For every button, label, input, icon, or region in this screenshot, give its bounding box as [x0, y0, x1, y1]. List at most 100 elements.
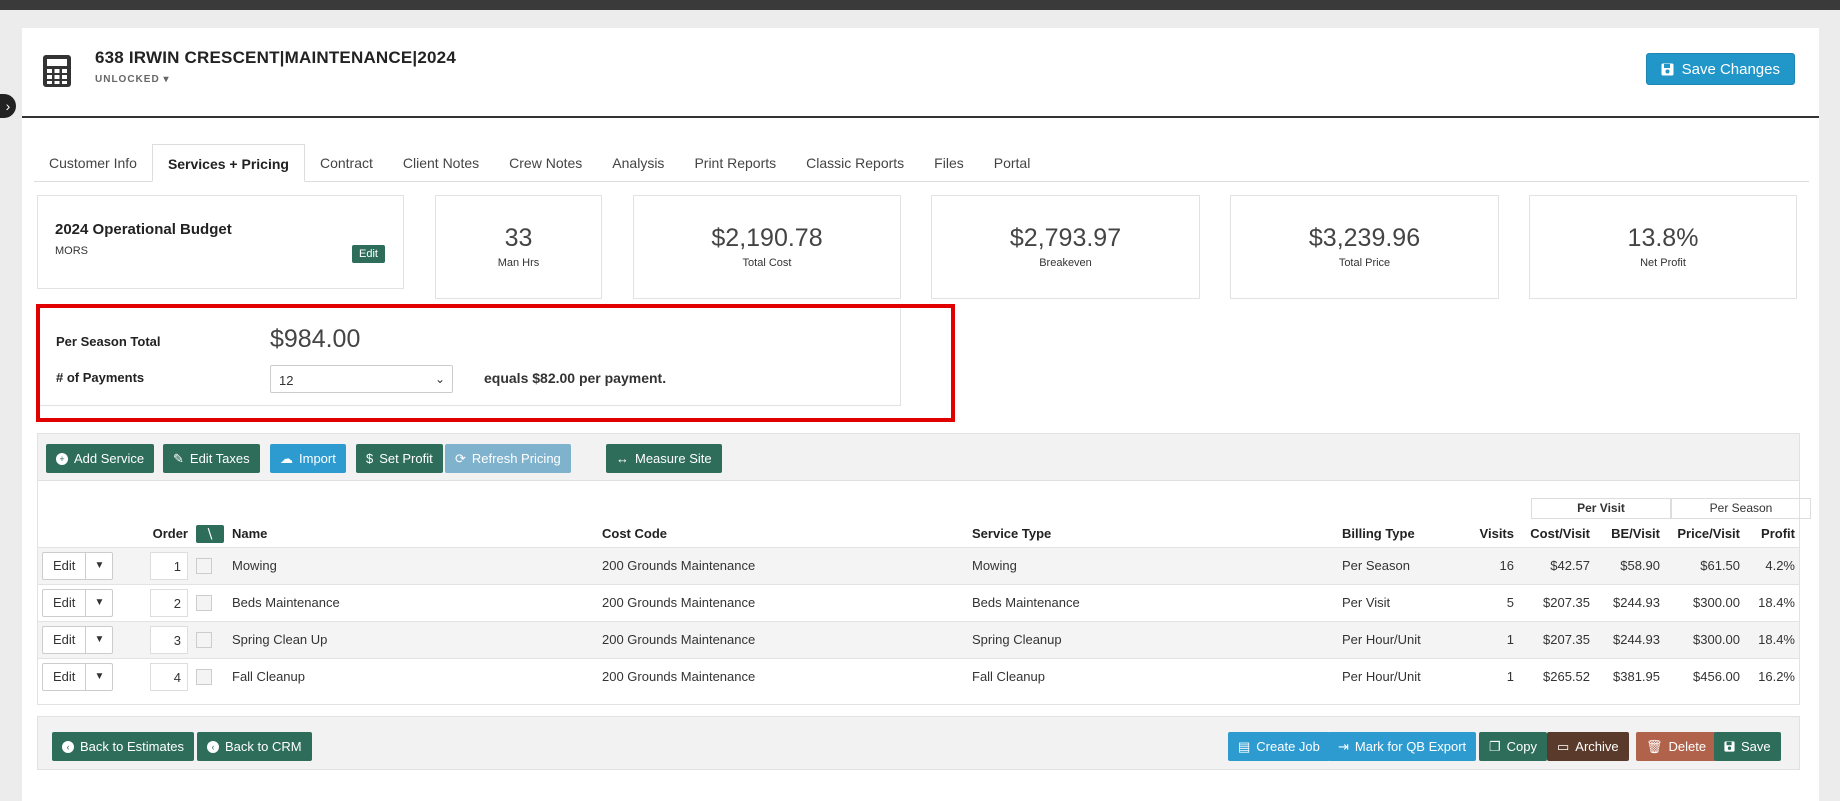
tab-print-reports[interactable]: Print Reports: [679, 144, 791, 182]
back-to-crm-label: Back to CRM: [225, 739, 302, 754]
calculator-icon: [43, 55, 71, 87]
row-billing-type: Per Season: [1338, 546, 1458, 584]
row-billing-type: Per Visit: [1338, 583, 1458, 621]
estimate-card: 638 IRWIN CRESCENT|MAINTENANCE|2024 UNLO…: [22, 28, 1819, 801]
save-button[interactable]: Save: [1714, 732, 1781, 761]
col-billing-type: Billing Type: [1342, 526, 1415, 542]
num-payments-value: 12: [279, 373, 294, 388]
order-input[interactable]: 2: [150, 588, 188, 617]
row-checkbox[interactable]: [196, 594, 212, 611]
tab-contract[interactable]: Contract: [305, 144, 388, 182]
trash-icon: 🗑: [1646, 738, 1663, 754]
row-cost-code: 200 Grounds Maintenance: [598, 620, 968, 658]
tab-analysis[interactable]: Analysis: [597, 144, 679, 182]
row-actions: Edit ▼: [38, 546, 142, 584]
num-payments-label: # of Payments: [56, 370, 145, 385]
row-cost-code: 200 Grounds Maintenance: [598, 546, 968, 584]
season-total-value: $984.00: [270, 325, 361, 353]
document-icon: ▤: [1238, 738, 1251, 754]
back-to-crm-button[interactable]: ‹ Back to CRM: [197, 732, 312, 761]
caret-down-icon[interactable]: ▼: [86, 590, 112, 616]
refresh-pricing-button[interactable]: ⟳ Refresh Pricing: [445, 444, 571, 473]
tab-files[interactable]: Files: [919, 144, 979, 182]
back-to-estimates-button[interactable]: ‹ Back to Estimates: [52, 732, 195, 761]
tab-portal[interactable]: Portal: [979, 144, 1046, 182]
row-checkbox[interactable]: [196, 669, 212, 686]
col-price-visit: Price/Visit: [1677, 526, 1740, 542]
tab-classic-reports[interactable]: Classic Reports: [791, 144, 919, 182]
services-panel: + Add Service ✎ Edit Taxes ☁ Import $ Se…: [37, 433, 1811, 705]
row-be-visit: $244.93: [1594, 620, 1664, 658]
lock-status-dropdown[interactable]: UNLOCKED ▾: [95, 74, 169, 85]
order-input[interactable]: 1: [150, 551, 188, 580]
tab-customer-info[interactable]: Customer Info: [34, 144, 152, 182]
row-edit-button[interactable]: Edit: [43, 552, 87, 579]
row-be-visit: $381.95: [1594, 657, 1664, 695]
edit-taxes-button[interactable]: ✎ Edit Taxes: [163, 444, 260, 473]
tab-client-notes[interactable]: Client Notes: [388, 144, 494, 182]
set-profit-label: Set Profit: [379, 451, 433, 466]
row-profit: 4.2%: [1744, 546, 1799, 584]
delete-label: Delete: [1668, 739, 1707, 754]
sidebar-toggle-icon[interactable]: ›: [0, 94, 16, 118]
per-payment-text: equals $82.00 per payment.: [484, 370, 667, 386]
caret-down-icon[interactable]: ▼: [86, 664, 112, 690]
add-service-label: Add Service: [74, 451, 145, 466]
dollar-icon: $: [366, 451, 374, 466]
row-edit-button[interactable]: Edit: [43, 626, 87, 653]
mark-qb-export-label: Mark for QB Export: [1354, 739, 1467, 754]
row-edit-group: Edit ▼: [42, 551, 114, 580]
caret-down-icon[interactable]: ▼: [86, 627, 112, 653]
save-changes-button[interactable]: Save Changes: [1645, 53, 1795, 85]
row-price-visit: $61.50: [1664, 546, 1744, 584]
delete-button[interactable]: 🗑 Delete: [1636, 732, 1717, 761]
order-input[interactable]: 4: [150, 662, 188, 691]
per-season-toggle[interactable]: Per Season: [1671, 498, 1811, 519]
arrow-left-circle-icon: ‹: [62, 740, 74, 753]
row-select: [192, 583, 228, 621]
row-edit-group: Edit ▼: [42, 625, 114, 654]
stat-total-cost: $2,190.78 Total Cost: [633, 195, 901, 299]
stat-value: $3,239.96: [1308, 224, 1421, 252]
set-profit-button[interactable]: $ Set Profit: [356, 444, 443, 473]
tab-services-pricing[interactable]: Services + Pricing: [151, 144, 305, 182]
tab-crew-notes[interactable]: Crew Notes: [494, 144, 597, 182]
row-service-type: Fall Cleanup: [968, 657, 1338, 695]
import-button[interactable]: ☁ Import: [270, 444, 346, 473]
measure-site-button[interactable]: ↔ Measure Site: [606, 444, 722, 473]
caret-down-icon: ▾: [163, 74, 170, 85]
row-name: Beds Maintenance: [228, 583, 598, 621]
archive-button[interactable]: ▭ Archive: [1547, 732, 1629, 761]
row-checkbox[interactable]: [196, 631, 212, 648]
row-select: [192, 657, 228, 695]
copy-button[interactable]: ❐ Copy: [1479, 732, 1548, 761]
create-job-label: Create Job: [1256, 739, 1320, 754]
row-service-type: Beds Maintenance: [968, 583, 1338, 621]
budget-edit-button[interactable]: Edit: [352, 245, 385, 263]
highlight-box: [36, 304, 955, 422]
budget-subtitle: MORS: [55, 245, 88, 257]
toggle-select-icon[interactable]: ⧹: [196, 524, 224, 543]
caret-down-icon[interactable]: ▼: [86, 553, 112, 579]
page-title: 638 IRWIN CRESCENT|MAINTENANCE|2024: [95, 48, 456, 67]
stat-man-hours: 33 Man Hrs: [435, 195, 602, 299]
stat-label: Net Profit: [1640, 257, 1686, 269]
back-to-estimates-label: Back to Estimates: [80, 739, 185, 754]
row-checkbox[interactable]: [196, 557, 212, 574]
row-edit-button[interactable]: Edit: [43, 663, 87, 690]
per-visit-toggle[interactable]: Per Visit: [1531, 498, 1671, 519]
col-be-visit: BE/Visit: [1611, 526, 1660, 542]
order-input[interactable]: 3: [150, 625, 188, 654]
add-service-button[interactable]: + Add Service: [46, 444, 155, 473]
mark-qb-export-button[interactable]: ⇥ Mark for QB Export: [1328, 732, 1477, 761]
row-profit: 18.4%: [1744, 620, 1799, 658]
row-visits: 1: [1458, 657, 1518, 695]
main-tabs: Customer Info Services + Pricing Contrac…: [34, 144, 1809, 182]
create-job-button[interactable]: ▤ Create Job: [1228, 732, 1330, 761]
copy-icon: ❐: [1489, 738, 1501, 754]
row-edit-button[interactable]: Edit: [43, 589, 87, 616]
stat-value: 13.8%: [1627, 224, 1699, 252]
cloud-upload-icon: ☁: [280, 450, 293, 466]
row-billing-type: Per Hour/Unit: [1338, 620, 1458, 658]
num-payments-select[interactable]: 12 ⌄: [270, 365, 453, 393]
